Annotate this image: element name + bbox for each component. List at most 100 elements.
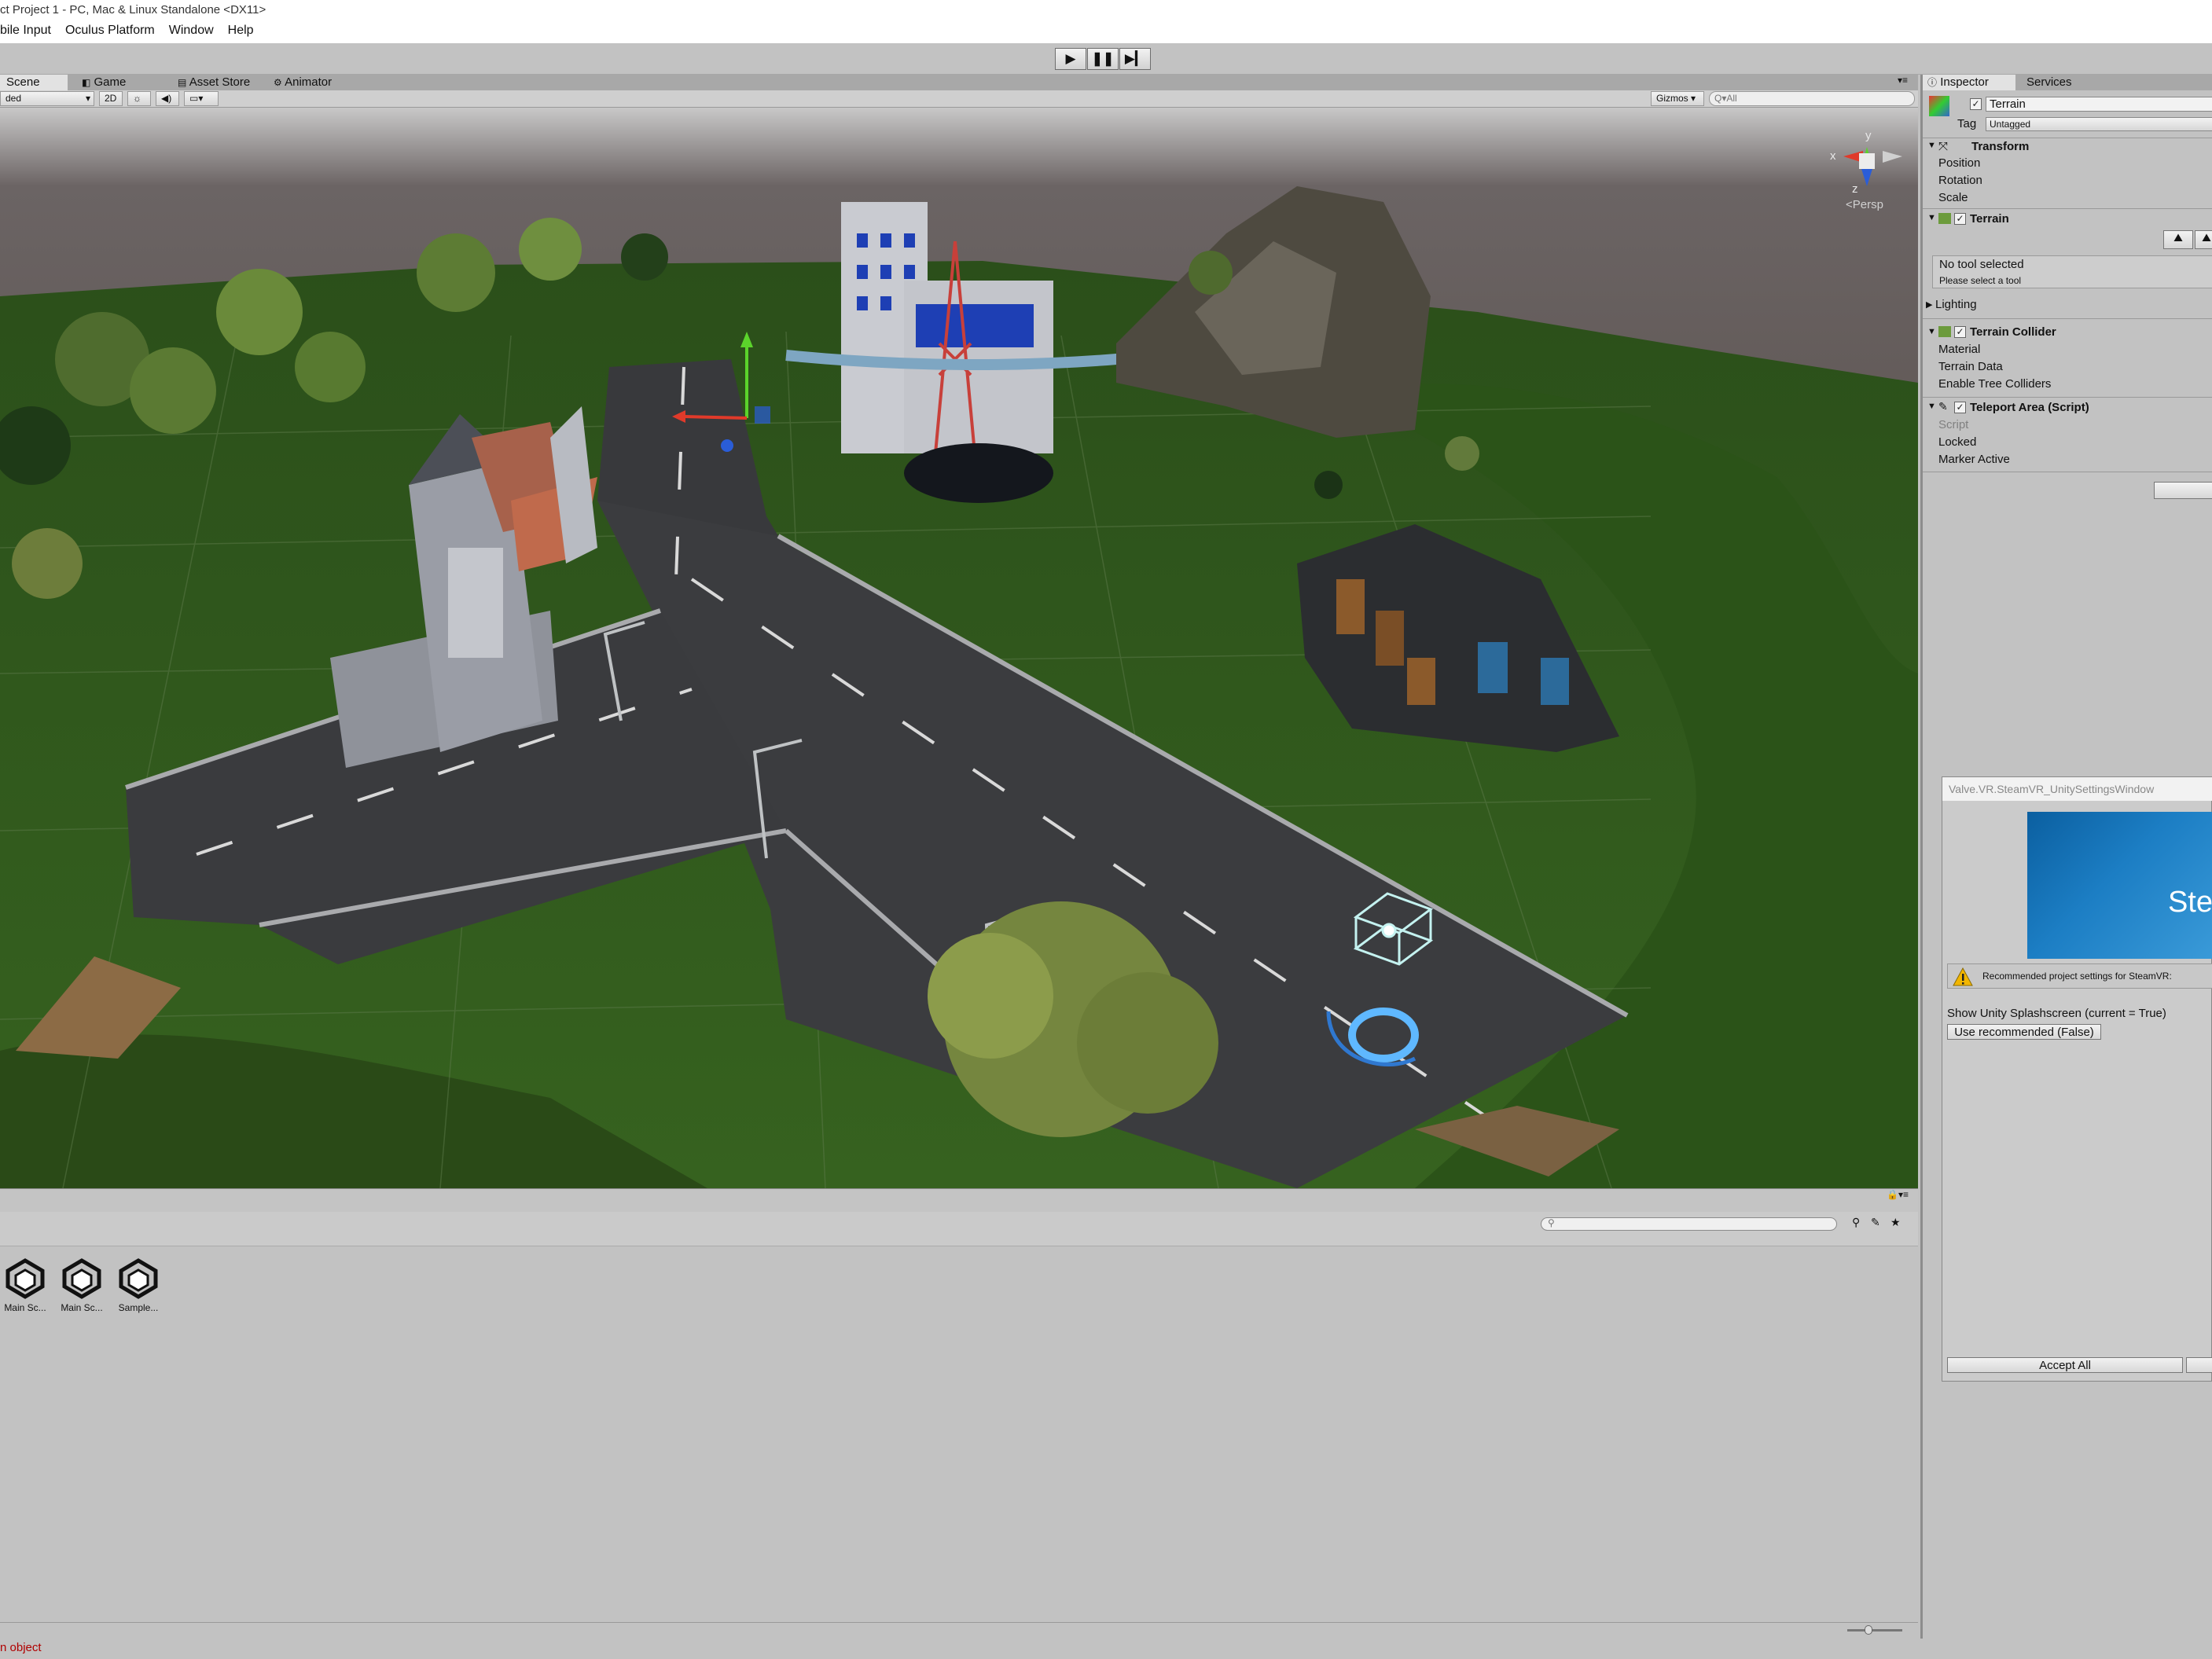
chevron-down-icon[interactable]: ▼ — [1927, 327, 1936, 336]
divider — [1923, 397, 2212, 398]
tab-inspector[interactable]: ⓘ Inspector — [1923, 75, 2015, 90]
tab-scene[interactable]: Scene — [0, 75, 68, 90]
project-search-input[interactable]: ⚲ — [1541, 1217, 1837, 1231]
ignore-all-button[interactable] — [2186, 1357, 2212, 1373]
mountain-icon: ⛰ — [2202, 231, 2211, 244]
window-title: ct Project 1 - PC, Mac & Linux Standalon… — [0, 3, 266, 17]
search-icon: ⚲ — [1548, 1217, 1555, 1228]
tab-services[interactable]: Services — [2026, 75, 2072, 89]
speaker-icon: ◀) — [161, 93, 172, 104]
warning-box: Recommended project settings for SteamVR… — [1947, 963, 2212, 989]
lighting-foldout[interactable]: Lighting — [1935, 298, 1977, 311]
menu-bar: bile Input Oculus Platform Window Help — [0, 21, 2212, 43]
add-component-button[interactable] — [2154, 482, 2212, 499]
steamvr-settings-window: Valve.VR.SteamVR_UnitySettingsWindow Ste… — [1942, 776, 2212, 1382]
dialog-title-bar[interactable]: Valve.VR.SteamVR_UnitySettingsWindow — [1942, 777, 2212, 801]
asset-item[interactable]: Sample... — [113, 1256, 164, 1313]
image-icon: ▭▾ — [189, 93, 204, 104]
object-name-field[interactable]: Terrain — [1986, 97, 2212, 112]
accept-all-button[interactable]: Accept All — [1947, 1357, 2183, 1373]
tower-shadow-pond — [904, 443, 1053, 503]
use-recommended-button[interactable]: Use recommended (False) — [1947, 1024, 2101, 1040]
scene-toolbar: ded ▾ 2D ☼ ◀) ▭▾ Gizmos ▾ Q▾All — [0, 90, 1918, 108]
pause-button[interactable]: ❚❚ — [1087, 48, 1119, 70]
pause-icon: ❚❚ — [1091, 51, 1115, 66]
material-label: Material — [1938, 343, 1981, 356]
audio-toggle-button[interactable]: ◀) — [156, 91, 179, 106]
transform-title[interactable]: Transform — [1971, 140, 2029, 153]
scene-viewport[interactable]: y x z <Persp — [0, 108, 1918, 1188]
warning-icon — [1953, 967, 1973, 986]
splashscreen-setting-label: Show Unity Splashscreen (current = True) — [1947, 1007, 2166, 1020]
transform-icon: ⤧ — [1938, 140, 1949, 153]
menu-item-help[interactable]: Help — [228, 24, 254, 43]
chevron-down-icon[interactable]: ▼ — [1927, 402, 1936, 411]
divider — [1923, 318, 2212, 319]
dialog-title: Valve.VR.SteamVR_UnitySettingsWindow — [1949, 783, 2155, 795]
teleport-area-title[interactable]: Teleport Area (Script) — [1970, 401, 2089, 414]
paint-height-tool-button[interactable]: ⛰ — [2195, 230, 2212, 249]
menu-item-mobile-input[interactable]: bile Input — [0, 24, 51, 43]
play-button[interactable]: ▶ — [1055, 48, 1086, 70]
panel-menu-icon[interactable]: ▾≡ — [1898, 75, 1908, 86]
collider-enabled-checkbox[interactable]: ✓ — [1954, 326, 1966, 338]
unity-scene-icon — [62, 1258, 101, 1299]
chevron-right-icon[interactable]: ▶ — [1926, 299, 1932, 310]
raise-terrain-tool-button[interactable]: ⛰ — [2163, 230, 2193, 249]
chevron-down-icon: ▾ — [85, 93, 90, 104]
filter-type-icon[interactable]: ⚲ — [1852, 1216, 1860, 1229]
divider — [1923, 208, 2212, 209]
asset-item[interactable]: Main Sc... — [0, 1256, 50, 1313]
chevron-down-icon[interactable]: ▼ — [1927, 141, 1936, 150]
script-icon: ✎ — [1938, 400, 1948, 413]
menu-item-oculus-platform[interactable]: Oculus Platform — [65, 24, 155, 43]
gizmo-axis-y: y — [1865, 129, 1872, 142]
gizmo-axis-x: x — [1830, 149, 1836, 163]
sun-icon: ☼ — [133, 93, 141, 104]
2d-toggle-button[interactable]: 2D — [99, 91, 123, 106]
terrain-title[interactable]: Terrain — [1970, 212, 2009, 226]
tab-asset-store[interactable]: ▤ Asset Store — [171, 75, 258, 90]
project-assets-panel: Main Sc... Main Sc... Sample... — [0, 1246, 1918, 1622]
terrain-enabled-checkbox[interactable]: ✓ — [1954, 213, 1966, 225]
gizmo-axis-z: z — [1852, 182, 1858, 196]
steamvr-banner-image: Ste — [2027, 812, 2212, 959]
effects-dropdown[interactable]: ▭▾ — [184, 91, 219, 106]
terrain-object-icon — [1929, 96, 1949, 116]
terrain-data-label: Terrain Data — [1938, 360, 2003, 373]
info-icon: ⓘ — [1927, 77, 1938, 88]
favorite-star-icon[interactable]: ★ — [1890, 1216, 1901, 1229]
panel-splitter[interactable]: 🔒▾≡ — [0, 1188, 1918, 1212]
banner-text: Ste — [2167, 886, 2212, 919]
gizmos-dropdown[interactable]: Gizmos ▾ — [1651, 91, 1704, 106]
status-message: n object — [0, 1641, 42, 1654]
object-active-checkbox[interactable]: ✓ — [1970, 98, 1982, 110]
shading-mode-dropdown[interactable]: ded ▾ — [0, 91, 94, 106]
locked-label: Locked — [1938, 435, 1977, 449]
marker-active-label: Marker Active — [1938, 453, 2010, 466]
scene-search-input[interactable]: Q▾All — [1709, 91, 1915, 106]
zoom-slider[interactable] — [1847, 1629, 1902, 1631]
menu-item-window[interactable]: Window — [169, 24, 214, 43]
lock-icon[interactable]: 🔒▾≡ — [1887, 1189, 1909, 1200]
chevron-down-icon[interactable]: ▼ — [1927, 213, 1936, 222]
position-label: Position — [1938, 156, 1981, 170]
terrain-collider-title[interactable]: Terrain Collider — [1970, 325, 2056, 339]
tool-help-box: No tool selected Please select a tool — [1932, 255, 2212, 288]
label-icon[interactable]: ✎ — [1871, 1216, 1880, 1229]
projection-label[interactable]: <Persp — [1846, 198, 1883, 211]
teleport-enabled-checkbox[interactable]: ✓ — [1954, 402, 1966, 413]
asset-item[interactable]: Main Sc... — [57, 1256, 107, 1313]
step-button[interactable]: ▶▎ — [1119, 48, 1151, 70]
lighting-toggle-button[interactable]: ☼ — [127, 91, 151, 106]
tab-animator[interactable]: ⚙ Animator — [267, 75, 340, 90]
scene-render[interactable]: y x z <Persp — [0, 108, 1918, 1188]
enable-tree-colliders-label: Enable Tree Colliders — [1938, 377, 2052, 391]
zoom-slider-handle[interactable] — [1865, 1625, 1872, 1635]
terrain-component-icon — [1938, 213, 1951, 224]
unity-scene-icon — [119, 1258, 158, 1299]
select-tool-hint: Please select a tool — [1939, 275, 2022, 286]
tab-game[interactable]: ◧ Game — [75, 75, 134, 90]
tag-dropdown[interactable]: Untagged — [1986, 117, 2212, 131]
script-label: Script — [1938, 418, 1969, 431]
